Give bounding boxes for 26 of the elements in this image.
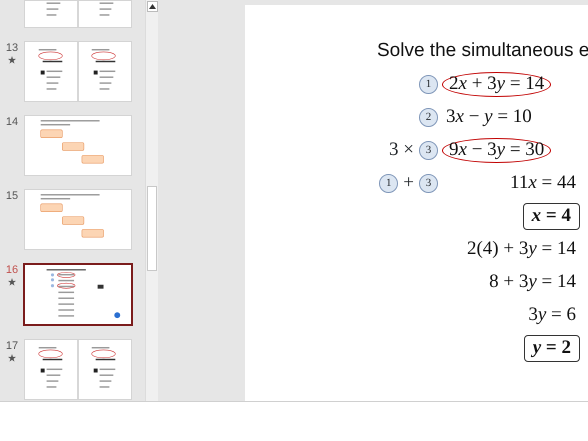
equation-number: 3 (419, 141, 438, 160)
equation: 2(4) + 3y = 14 (466, 238, 577, 261)
equation-number: 3 (419, 174, 438, 193)
equation-number: 1 (419, 75, 438, 94)
scrollbar-thumb[interactable] (147, 186, 157, 271)
equation: 2x + 3y = 14 (442, 72, 552, 97)
scroll-up-button[interactable] (146, 1, 158, 12)
slide-number: 13 (6, 43, 18, 54)
slide-number: 14 (6, 117, 18, 128)
slide-number: 15 (6, 191, 18, 202)
slide-number: 17 (6, 341, 18, 352)
operation-label: + (403, 171, 414, 196)
equation: 8 + 3y = 14 (488, 271, 577, 294)
arrow-up-icon (148, 4, 156, 9)
equation: 11x = 44 (509, 172, 577, 195)
equation: 3y = 6 (527, 304, 577, 327)
slide-number: 16 (6, 265, 18, 276)
equation: 3x − y = 10 (445, 106, 533, 129)
slide-title: Solve the simultaneous e (377, 39, 588, 63)
operation-label: 3 × (389, 138, 414, 162)
answer-equation: x = 4 (522, 203, 580, 230)
equation-number: 1 (379, 174, 398, 193)
slide-thumbnail[interactable] (23, 263, 133, 326)
equation: 9x − 3y = 30 (442, 138, 552, 163)
answer-equation: y = 2 (524, 335, 580, 362)
equation-number: 2 (419, 108, 438, 127)
